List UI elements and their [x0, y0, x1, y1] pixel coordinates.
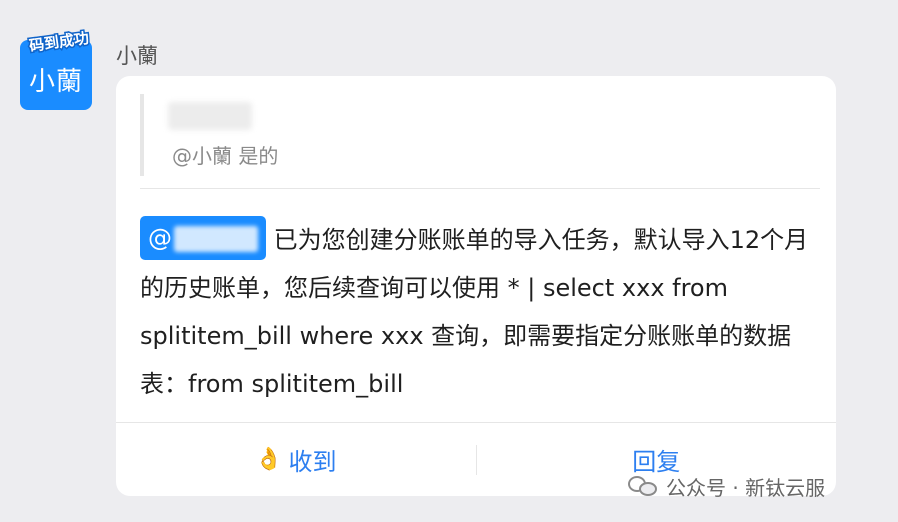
message-card: @小蘭 是的 @ 已为您创建分账账单的导入任务，默认导入12个月的历史账单，您后… — [116, 76, 836, 496]
message-content: @ 已为您创建分账账单的导入任务，默认导入12个月的历史账单，您后续查询可以使用… — [140, 216, 820, 408]
received-button[interactable]: 👌 收到 — [116, 423, 476, 496]
received-label: 收到 — [288, 448, 337, 476]
watermark-text: 公众号 · 新钛云服 — [666, 475, 826, 500]
watermark: 公众号 · 新钛云服 — [628, 470, 825, 502]
avatar-badge-text: 码到成功 — [27, 27, 92, 56]
mention-tag[interactable]: @ — [140, 216, 266, 260]
avatar-badge: 码到成功 — [14, 26, 104, 56]
mention-prefix: @ — [148, 224, 172, 252]
quoted-sender-redacted — [168, 102, 252, 130]
quoted-text: @小蘭 是的 — [172, 144, 279, 168]
divider — [140, 188, 820, 189]
quoted-message[interactable]: @小蘭 是的 — [140, 94, 820, 176]
avatar-label: 小蘭 — [28, 66, 83, 97]
mention-name-redacted — [174, 226, 258, 252]
sender-name: 小蘭 — [116, 44, 158, 68]
wechat-icon — [628, 474, 658, 498]
ok-hand-icon: 👌 — [255, 447, 283, 472]
